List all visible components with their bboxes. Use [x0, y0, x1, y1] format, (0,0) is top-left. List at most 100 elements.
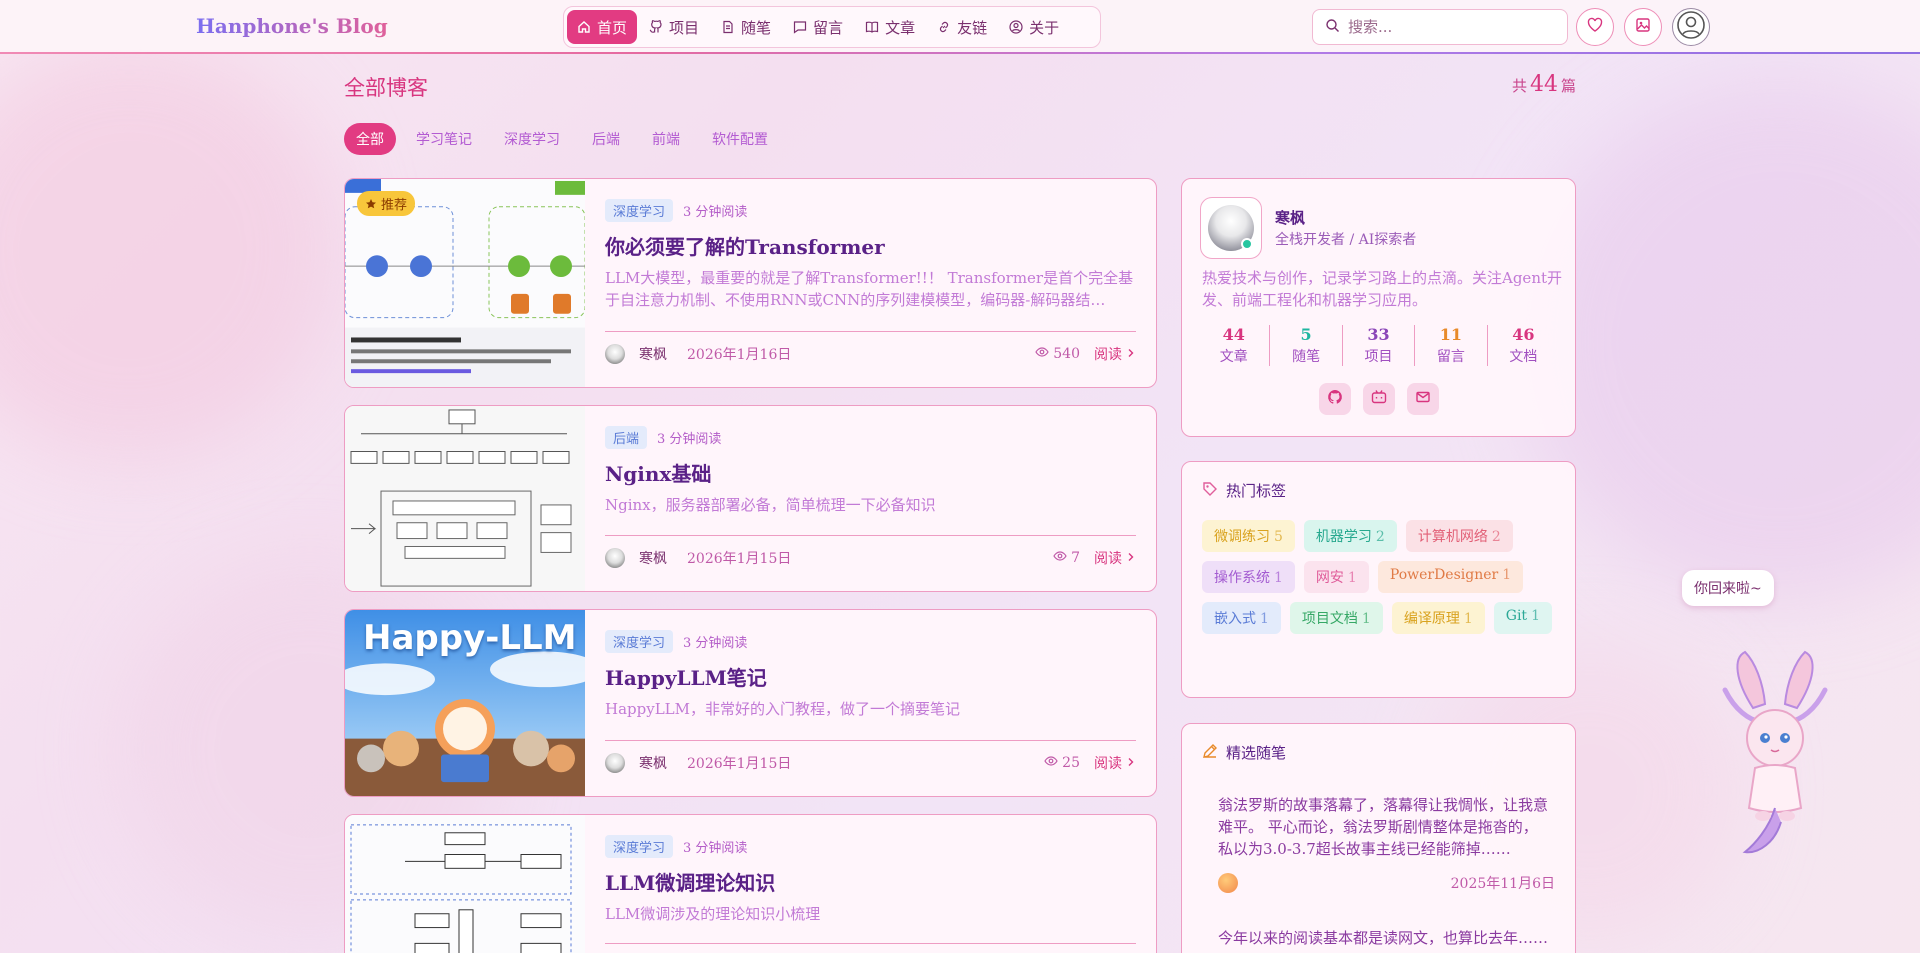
stat-articles[interactable]: 44 文章: [1198, 325, 1271, 366]
profile-card: 寒枫 全栈开发者 / AI探索者 热爱技术与创作，记录学习路上的点滴。关注Age…: [1181, 178, 1576, 437]
hot-tags-list: 微调练习 5 机器学习 2 计算机网络 2 操作系统 1 网安 1 PowerDesign…: [1202, 520, 1562, 634]
hot-tag[interactable]: 网安 1: [1303, 561, 1369, 593]
hot-tag[interactable]: 操作系统 1: [1202, 561, 1295, 593]
category-software-config[interactable]: 软件配置: [700, 123, 780, 155]
post-author: 寒枫: [639, 347, 667, 363]
read-time: 3 分钟阅读: [683, 636, 748, 651]
hot-tag[interactable]: PowerDesigner 1: [1377, 561, 1524, 593]
read-more-link[interactable]: 阅读: [1094, 344, 1136, 364]
post-excerpt: Nginx，服务器部署必备，简单梳理一下必备知识: [605, 496, 936, 514]
eye-icon: [1053, 549, 1067, 567]
hot-tag[interactable]: Git 1: [1493, 602, 1552, 634]
stat-projects[interactable]: 33 项目: [1343, 325, 1416, 366]
eye-icon: [1044, 754, 1058, 772]
book-icon: [865, 20, 879, 34]
author-avatar: [605, 344, 625, 364]
post-date: 2026年1月16日: [687, 347, 792, 363]
category-backend[interactable]: 后端: [580, 123, 632, 155]
post-thumbnail[interactable]: Happy-LLM: [345, 610, 585, 796]
favorites-button[interactable]: [1576, 8, 1614, 46]
mascot-character[interactable]: [1715, 650, 1835, 860]
stat-messages[interactable]: 11 留言: [1415, 325, 1488, 366]
search-icon: [1325, 18, 1340, 37]
site-logo[interactable]: Hanphone's Blog: [196, 14, 388, 38]
post-thumbnail[interactable]: [345, 815, 585, 953]
thumbnail-title-text: Happy-LLM: [363, 618, 577, 658]
image-icon: [1635, 17, 1651, 37]
category-frontend[interactable]: 前端: [640, 123, 692, 155]
post-category-tag[interactable]: 深度学习: [605, 835, 674, 858]
main-nav: 首页 项目 随笔 留言 文章 友链 关于: [563, 6, 1101, 48]
mail-icon: [1415, 389, 1431, 409]
github-link[interactable]: [1318, 383, 1351, 415]
pen-icon: [1202, 743, 1218, 763]
post-author: 寒枫: [639, 756, 667, 772]
profile-avatar[interactable]: [1200, 197, 1262, 259]
post-title[interactable]: 你必须要了解的Transformer: [605, 231, 885, 260]
post-thumbnail[interactable]: 推荐: [345, 179, 585, 387]
nav-essays[interactable]: 随笔: [711, 10, 781, 44]
nav-projects[interactable]: 项目: [639, 10, 709, 44]
author-avatar: [605, 548, 625, 568]
read-time: 3 分钟阅读: [683, 205, 748, 220]
bilibili-link[interactable]: [1362, 383, 1395, 415]
category-study-notes[interactable]: 学习笔记: [404, 123, 484, 155]
user-avatar-icon: [1676, 10, 1706, 44]
hot-tag[interactable]: 项目文档 1: [1289, 602, 1383, 634]
search-box[interactable]: [1312, 9, 1568, 45]
post-title[interactable]: HappyLLM笔记: [605, 662, 767, 691]
account-button[interactable]: [1672, 8, 1710, 46]
nav-home[interactable]: 首页: [567, 10, 638, 44]
search-input[interactable]: [1348, 18, 1548, 36]
essay-meta: 2025年11月6日: [1218, 873, 1555, 893]
read-time: 3 分钟阅读: [657, 432, 722, 447]
category-all[interactable]: 全部: [344, 123, 396, 155]
gallery-button[interactable]: [1624, 8, 1662, 46]
star-icon: [365, 198, 377, 210]
post-card[interactable]: 后端 3 分钟阅读 Nginx基础 Nginx，服务器部署必备，简单梳理一下必备…: [344, 405, 1157, 592]
post-category-tag[interactable]: 后端: [605, 426, 648, 449]
hot-tag[interactable]: 编译原理 1: [1391, 602, 1485, 634]
featured-essays-card: 精选随笔 翁法罗斯的故事落幕了，落幕得让我惆怅，让我意难平。 平心而论，翁法罗斯…: [1181, 723, 1576, 953]
nav-friends[interactable]: 友链: [927, 10, 997, 44]
read-more-link[interactable]: 阅读: [1094, 753, 1136, 773]
post-category-tag[interactable]: 深度学习: [605, 199, 674, 222]
tag-icon: [1202, 481, 1218, 501]
hot-tag[interactable]: 计算机网络 2: [1405, 520, 1513, 552]
github-icon: [1327, 389, 1343, 409]
chevron-right-icon: [1126, 755, 1136, 771]
post-views: 540: [1035, 345, 1080, 363]
stat-docs[interactable]: 46 文档: [1488, 325, 1559, 366]
post-card[interactable]: 深度学习 3 分钟阅读 LLM微调理论知识 LLM微调涉及的理论知识小梳理: [344, 814, 1157, 953]
post-title[interactable]: LLM微调理论知识: [605, 867, 775, 896]
email-link[interactable]: [1406, 383, 1439, 415]
post-title[interactable]: Nginx基础: [605, 458, 711, 487]
read-more-link[interactable]: 阅读: [1094, 548, 1136, 568]
post-card[interactable]: Happy-LLM 深度学习 3 分钟阅读 HappyLLM笔记 HappyLL…: [344, 609, 1157, 797]
post-count: 共 44 篇: [1511, 72, 1576, 97]
post-thumbnail[interactable]: [345, 406, 585, 591]
chevron-right-icon: [1126, 346, 1136, 362]
hot-tag[interactable]: 微调练习 5: [1202, 520, 1295, 552]
essay-excerpt[interactable]: 翁法罗斯的故事落幕了，落幕得让我惆怅，让我意难平。 平心而论，翁法罗斯剧情整体是…: [1218, 794, 1552, 860]
nav-articles[interactable]: 文章: [855, 10, 925, 44]
nav-about[interactable]: 关于: [999, 10, 1069, 44]
post-date: 2026年1月15日: [687, 756, 792, 772]
category-deep-learning[interactable]: 深度学习: [492, 123, 572, 155]
online-indicator: [1241, 238, 1253, 250]
post-footer: 寒枫 2026年1月16日 540 阅读: [605, 344, 1136, 364]
hot-tag[interactable]: 嵌入式 1: [1202, 602, 1281, 634]
post-category-tag[interactable]: 深度学习: [605, 630, 674, 653]
hot-tags-header: 热门标签: [1202, 480, 1286, 501]
hot-tags-card: 热门标签 微调练习 5 机器学习 2 计算机网络 2 操作系统 1 网安 1 PowerD…: [1181, 461, 1576, 698]
post-card[interactable]: 推荐 深度学习 3 分钟阅读 你必须要了解的Transformer LLM大模型…: [344, 178, 1157, 388]
post-views: 25: [1044, 754, 1080, 772]
nav-guestbook[interactable]: 留言: [783, 10, 853, 44]
post-footer: 寒枫 2026年1月15日 7 阅读: [605, 548, 1136, 568]
post-footer: 寒枫 2026年1月15日 25 阅读: [605, 753, 1136, 773]
stat-essays[interactable]: 5 随笔: [1270, 325, 1343, 366]
chevron-right-icon: [1126, 550, 1136, 566]
essay-excerpt[interactable]: 今年以来的阅读基本都是读网文，也算比去年……: [1218, 927, 1552, 949]
hot-tag[interactable]: 机器学习 2: [1303, 520, 1397, 552]
user-icon: [1009, 20, 1023, 34]
